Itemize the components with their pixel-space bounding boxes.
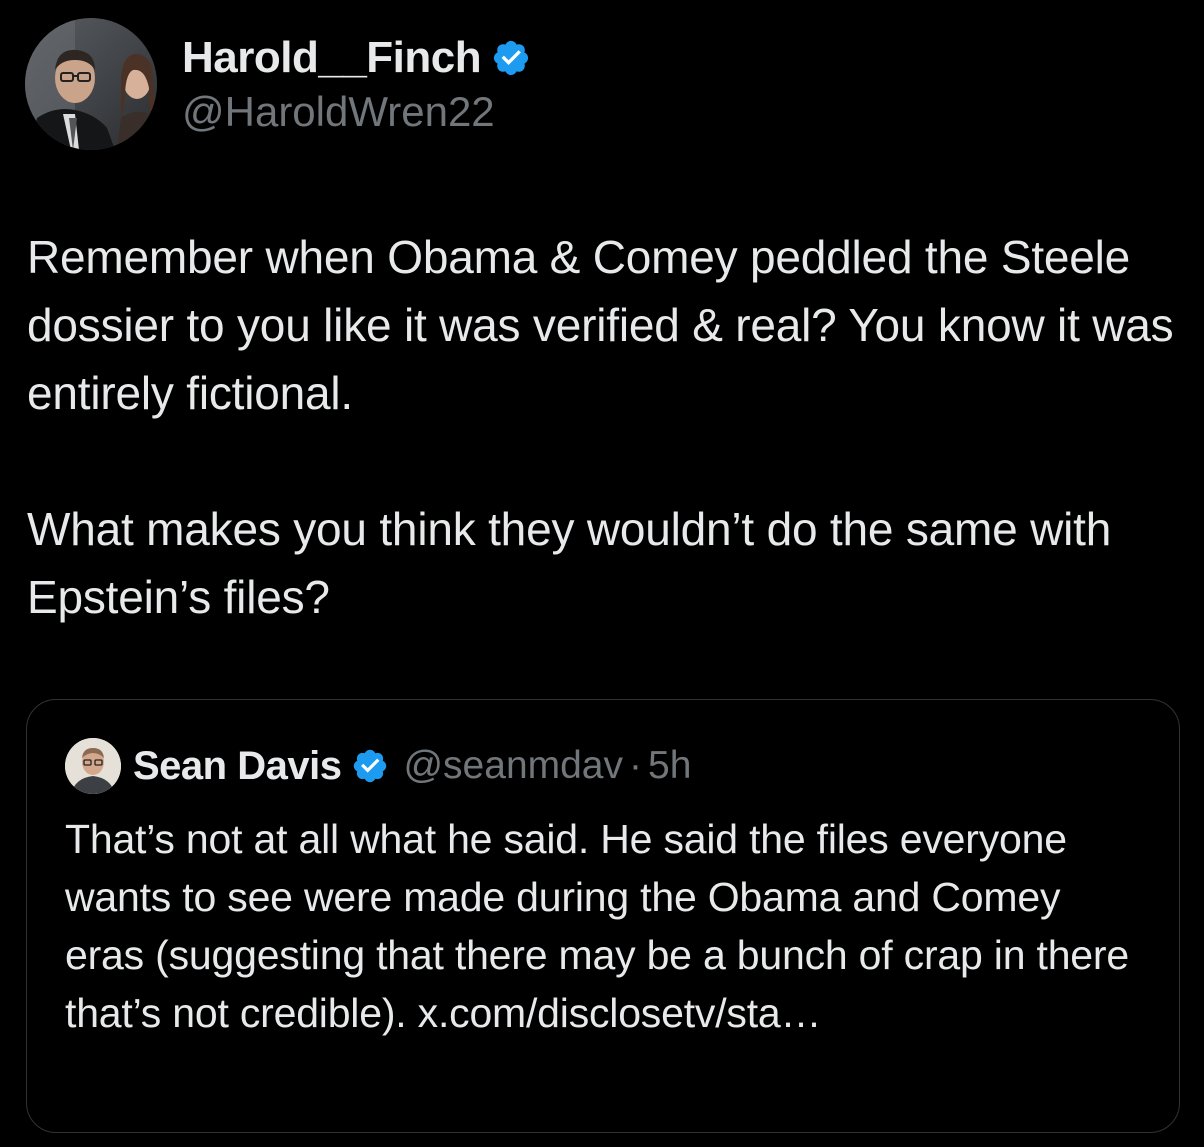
quoted-author-handle[interactable]: @seanmdav	[403, 744, 623, 788]
author-name[interactable]: Harold__Finch	[182, 33, 482, 83]
quoted-tweet-timestamp[interactable]: 5h	[648, 744, 691, 788]
quoted-tweet-card[interactable]: Sean Davis @seanmdav · 5h That’s not at …	[26, 699, 1180, 1133]
quoted-tweet-header: Sean Davis @seanmdav · 5h	[65, 738, 691, 794]
author-avatar[interactable]	[25, 18, 157, 150]
tweet[interactable]: Harold__Finch @HaroldWren22 Remember whe…	[0, 0, 1204, 1147]
verified-badge-icon	[491, 38, 531, 78]
tweet-text: Remember when Obama & Comey peddled the …	[27, 231, 1174, 623]
author-handle[interactable]: @HaroldWren22	[182, 88, 495, 136]
quoted-author-avatar[interactable]	[65, 738, 121, 794]
quoted-tweet-text: That’s not at all what he said. He said …	[65, 816, 1129, 1036]
author-name-row[interactable]: Harold__Finch	[182, 30, 531, 86]
quoted-author-name[interactable]: Sean Davis	[133, 744, 342, 789]
quoted-verified-badge-icon	[351, 747, 389, 785]
separator-dot: ·	[629, 744, 642, 787]
